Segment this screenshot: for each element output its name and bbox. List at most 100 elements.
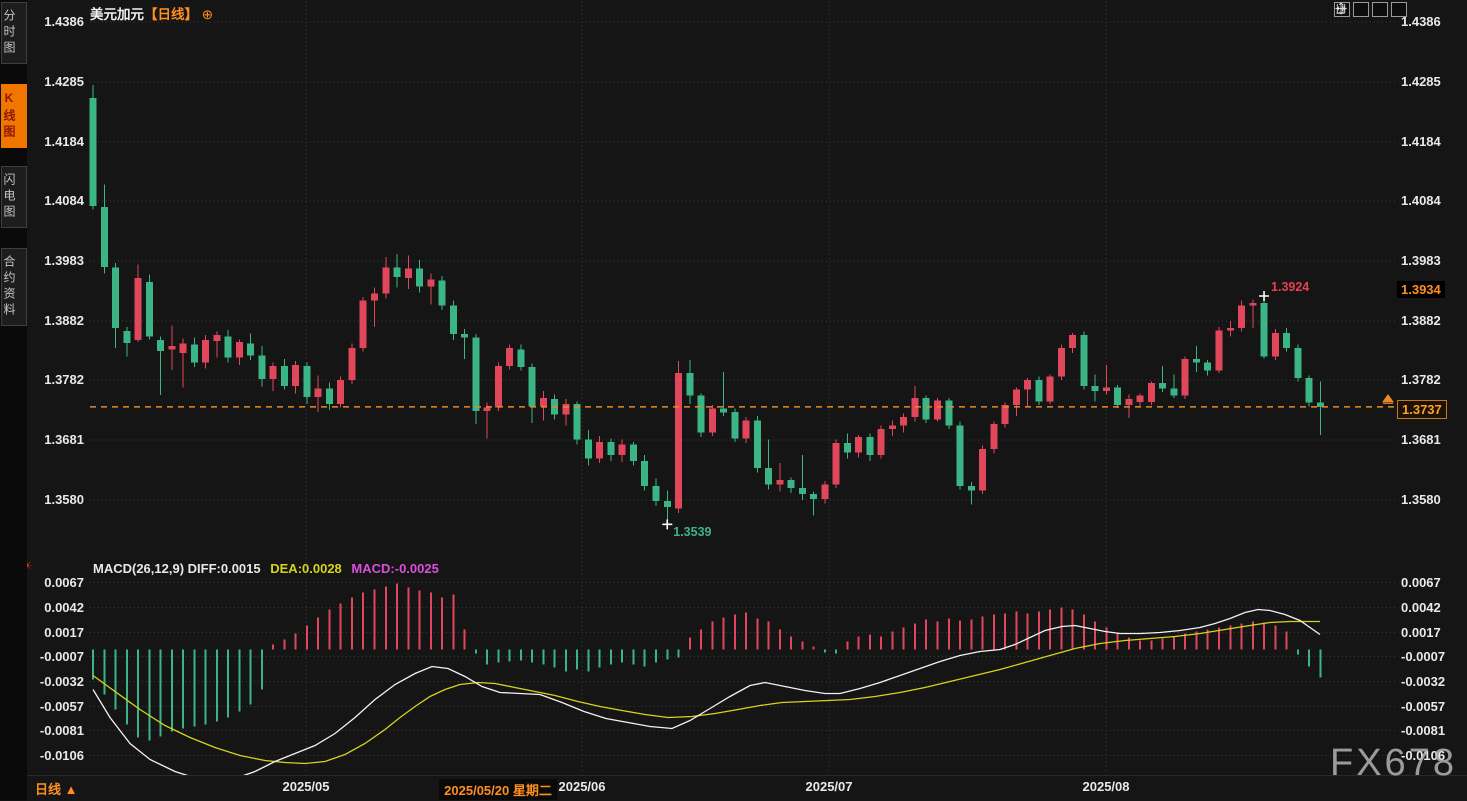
candle-body: [416, 269, 423, 287]
chart-toolbar: [1334, 2, 1407, 17]
time-axis-label: 2025/06: [559, 779, 606, 794]
candle-body: [360, 301, 367, 348]
candle-body: [754, 421, 761, 468]
candle-body: [957, 425, 964, 486]
macd-axis-label-right: -0.0032: [1401, 674, 1445, 689]
candle-body: [923, 398, 930, 419]
price-axis-label-left: 1.3681: [22, 432, 84, 447]
high-annotation: 1.3924: [1271, 280, 1309, 294]
candle-body: [585, 440, 592, 459]
last-price-marker: [1383, 395, 1393, 404]
candle-body: [371, 294, 378, 301]
candle-body: [529, 367, 536, 406]
sidebar-tab-闪电图[interactable]: 闪电图: [1, 166, 27, 228]
candle-body: [135, 278, 142, 340]
candle-body: [517, 349, 524, 367]
symbol-title: 美元加元: [90, 7, 144, 22]
candle-body: [1238, 306, 1245, 329]
candle-body: [180, 343, 187, 353]
candle-body: [1227, 328, 1234, 330]
candle-body: [382, 268, 389, 294]
candle-body: [945, 400, 952, 425]
time-axis-bar: 日线 ▲ 2025/052025/05/20 星期二2025/062025/07…: [27, 775, 1467, 801]
candle-body: [990, 424, 997, 449]
candle-body: [303, 366, 310, 397]
last-price-badge: 1.3737: [1397, 400, 1447, 419]
candle-body: [213, 335, 220, 341]
candle-body: [1002, 405, 1009, 424]
candle-body: [292, 365, 299, 386]
time-axis-label: 2025/07: [806, 779, 853, 794]
candle-body: [472, 338, 479, 412]
fit-right-axis-icon[interactable]: [1372, 2, 1388, 17]
candle-body: [788, 480, 795, 488]
add-indicator-icon[interactable]: ⊕: [202, 7, 213, 22]
candle-body: [709, 409, 716, 433]
period-selector[interactable]: 日线 ▲: [35, 779, 77, 798]
price-axis-label-right: 1.4184: [1401, 134, 1441, 149]
candle-body: [146, 282, 153, 337]
macd-axis-label-left: 0.0042: [22, 600, 84, 615]
chart-header: 美元加元【日线】 ⊕: [90, 3, 213, 23]
candle-body: [1013, 390, 1020, 405]
candle-body: [191, 345, 198, 363]
candle-body: [630, 444, 637, 461]
candle-body: [1272, 333, 1279, 357]
candle-body: [765, 468, 772, 485]
candle-body: [315, 389, 322, 397]
price-axis-label-left: 1.3580: [22, 492, 84, 507]
macd-name-diff: MACD(26,12,9) DIFF:0.0015: [93, 561, 261, 576]
dea-line: [93, 622, 1320, 764]
sidebar-tab-合约资料[interactable]: 合约资料: [1, 248, 27, 326]
macd-axis-label-left: 0.0067: [22, 575, 84, 590]
high-price-badge: 1.3934: [1397, 281, 1445, 298]
candle-body: [349, 348, 356, 380]
candle-body: [1159, 383, 1166, 388]
pan-right-icon[interactable]: [1391, 2, 1407, 17]
price-axis-label-left: 1.4285: [22, 74, 84, 89]
price-axis-label-left: 1.3882: [22, 313, 84, 328]
macd-axis-label-right: -0.0007: [1401, 649, 1445, 664]
candle-body: [112, 268, 119, 329]
candle-body: [394, 268, 401, 278]
price-axis-label-right: 1.3580: [1401, 492, 1441, 507]
macd-axis-label-right: -0.0057: [1401, 699, 1445, 714]
price-axis-label-right: 1.3782: [1401, 372, 1441, 387]
sidebar-tab-分时图[interactable]: 分时图: [1, 2, 27, 64]
candle-body: [101, 207, 108, 267]
candle-body: [889, 425, 896, 429]
candle-body: [1182, 359, 1189, 396]
fit-left-axis-icon[interactable]: [1353, 2, 1369, 17]
macd-axis-label-left: 0.0017: [22, 625, 84, 640]
time-axis-label: 2025/05: [283, 779, 330, 794]
candle-body: [281, 366, 288, 386]
candle-body: [866, 437, 873, 455]
candle-body: [968, 486, 975, 491]
macd-axis-label-right: -0.0081: [1401, 723, 1445, 738]
candle-body: [1125, 399, 1132, 405]
macd-axis-label-left: -0.0057: [22, 699, 84, 714]
candle-body: [1204, 362, 1211, 370]
candle-body: [641, 461, 648, 486]
candle-body: [123, 331, 130, 343]
macd-axis-label-right: 0.0067: [1401, 575, 1441, 590]
price-axis-label-left: 1.3983: [22, 253, 84, 268]
price-axis-label-right: 1.3681: [1401, 432, 1441, 447]
extreme-cross-marker: [1259, 291, 1269, 301]
extreme-cross-marker: [662, 519, 672, 529]
sidebar-tab-K线图[interactable]: K线图: [1, 84, 27, 148]
candle-body: [619, 444, 626, 455]
diff-line: [93, 610, 1320, 781]
candle-body: [461, 334, 468, 338]
candle-body: [1137, 396, 1144, 403]
candle-body: [1171, 389, 1178, 396]
price-axis-label-left: 1.4184: [22, 134, 84, 149]
candle-body: [506, 348, 513, 366]
price-axis-label-right: 1.4084: [1401, 193, 1441, 208]
candlestick-macd-plot[interactable]: [0, 0, 1467, 800]
candle-body: [653, 486, 660, 501]
candle-body: [574, 404, 581, 440]
price-axis-label-right: 1.3882: [1401, 313, 1441, 328]
candle-body: [664, 501, 671, 507]
candle-body: [686, 373, 693, 396]
